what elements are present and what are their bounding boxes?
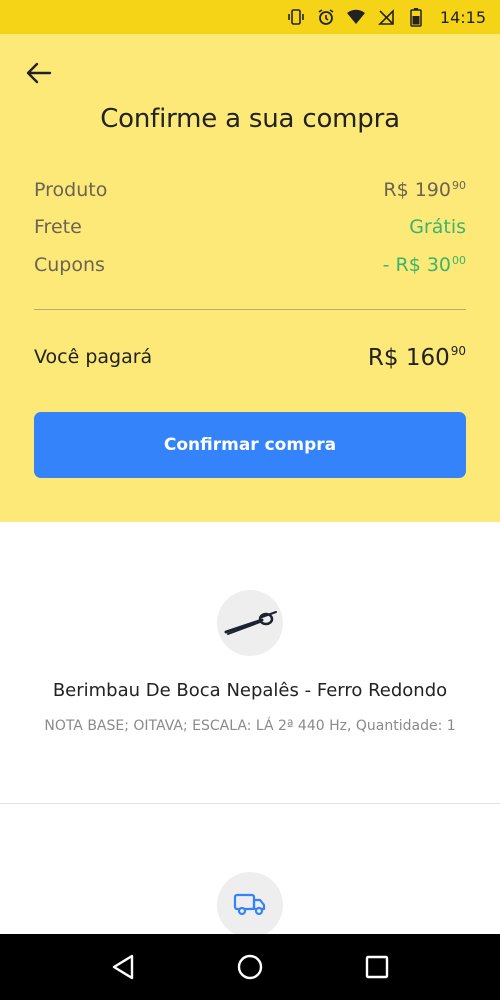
battery-icon — [406, 7, 426, 27]
coupons-row: Cupons - R$ 3000 — [34, 250, 466, 280]
alarm-icon — [316, 7, 336, 27]
shipping-label: Frete — [34, 216, 82, 238]
wifi-icon — [346, 7, 366, 27]
arrow-left-icon — [26, 62, 52, 84]
product-label: Produto — [34, 179, 108, 201]
coupons-discount: - R$ 3000 — [383, 254, 466, 276]
total-row: Você pagará R$ 16090 — [34, 340, 466, 374]
shipping-section — [0, 804, 500, 934]
product-description: NOTA BASE; OITAVA; ESCALA: LÁ 2ª 440 Hz,… — [44, 718, 456, 734]
summary-divider — [34, 309, 466, 310]
nav-recents-button[interactable] — [357, 947, 397, 987]
shipping-row: Frete Grátis — [34, 212, 466, 242]
jaw-harp-icon — [224, 611, 277, 635]
nav-home-button[interactable] — [230, 947, 270, 987]
system-navigation-bar — [0, 934, 500, 1000]
product-price: R$ 19090 — [383, 179, 466, 201]
shipping-thumbnail — [217, 872, 283, 934]
back-button[interactable] — [22, 56, 56, 90]
product-name: Berimbau De Boca Nepalês - Ferro Redondo — [52, 680, 448, 701]
confirm-purchase-button[interactable]: Confirmar compra — [34, 412, 466, 478]
purchase-summary-header: Confirme a sua compra Produto R$ 19090 F… — [0, 34, 500, 522]
nav-back-button[interactable] — [103, 947, 143, 987]
coupons-value: - R$ 30 — [382, 254, 451, 276]
page-title: Confirme a sua compra — [100, 104, 400, 134]
shipping-value: Grátis — [409, 216, 466, 238]
truck-icon — [233, 893, 266, 916]
total-value: R$ 160 — [367, 344, 450, 371]
product-price-cents: 90 — [452, 179, 466, 192]
back-triangle-icon — [113, 954, 134, 980]
total-cents: 90 — [450, 343, 466, 358]
coupons-label: Cupons — [34, 254, 105, 276]
vibrate-icon — [286, 7, 306, 27]
coupons-cents: 00 — [452, 254, 466, 267]
product-price-row: Produto R$ 19090 — [34, 175, 466, 205]
product-price-value: R$ 190 — [383, 179, 451, 201]
recents-square-icon — [365, 955, 388, 979]
total-label: Você pagará — [34, 346, 153, 368]
no-signal-icon — [376, 7, 396, 27]
product-thumbnail — [217, 590, 283, 656]
total-price: R$ 16090 — [368, 344, 466, 371]
home-circle-icon — [237, 954, 263, 980]
product-section: Berimbau De Boca Nepalês - Ferro Redondo… — [0, 522, 500, 804]
clock-time: 14:15 — [439, 7, 486, 27]
status-bar: 14:15 — [0, 0, 500, 34]
